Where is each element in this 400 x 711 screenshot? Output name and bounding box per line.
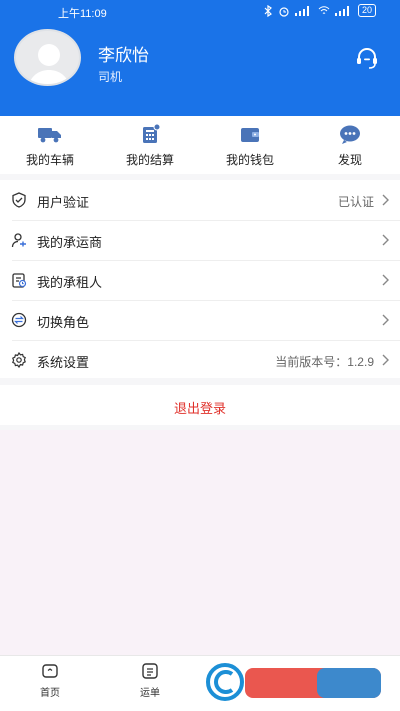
- status-icons: 20: [263, 4, 376, 17]
- switch-icon: [11, 312, 27, 328]
- status-bar: 上午11:09 20: [0, 0, 400, 22]
- logout-button[interactable]: 退出登录: [0, 385, 400, 425]
- user-name: 李欣怡: [98, 46, 149, 65]
- menu-label: 我的承租人: [37, 275, 103, 290]
- verification-status: 已认证: [337, 195, 374, 209]
- chat-bubble-icon: [340, 125, 360, 144]
- chevron-right-icon: [382, 314, 389, 326]
- quick-label: 发现: [337, 153, 362, 167]
- menu-label: 切换角色: [37, 315, 90, 330]
- home-icon: [42, 664, 58, 678]
- tab-label: 首页: [40, 688, 60, 699]
- menu-item-my-carrier[interactable]: 我的承运商: [0, 220, 400, 260]
- chevron-right-icon: [382, 234, 389, 246]
- battery-indicator: 20: [357, 4, 376, 17]
- menu-label: 系统设置: [37, 355, 90, 370]
- menu-item-my-lessee[interactable]: 我的承租人: [0, 260, 400, 300]
- chevron-right-icon: [382, 194, 389, 206]
- quick-actions: 我的车辆 我的结算 我的钱包 发现: [0, 116, 400, 174]
- quick-my-wallet[interactable]: 我的钱包: [200, 116, 300, 174]
- tab-home[interactable]: 首页: [25, 662, 75, 699]
- default-avatar-icon: [29, 44, 69, 84]
- settlement-icon: [143, 124, 161, 143]
- avatar[interactable]: [14, 29, 81, 86]
- menu-label: 我的承运商: [37, 235, 103, 250]
- quick-discover[interactable]: 发现: [300, 116, 400, 174]
- signal-icon: [294, 5, 309, 16]
- settings-menu: 用户验证 已认证 我的承运商 我的承租人 切换角色 系统设置 当前版本号：1.2…: [0, 180, 400, 378]
- menu-item-switch-role[interactable]: 切换角色: [0, 300, 400, 340]
- signal-icon-2: [334, 5, 349, 16]
- customer-service-icon[interactable]: [354, 46, 380, 72]
- quick-my-vehicles[interactable]: 我的车辆: [0, 116, 100, 174]
- gear-icon: [12, 352, 26, 368]
- quick-label: 我的车辆: [25, 153, 74, 167]
- menu-item-system-settings[interactable]: 系统设置 当前版本号：1.2.9: [0, 340, 400, 380]
- person-icon: [11, 233, 26, 248]
- quick-label: 我的钱包: [225, 153, 274, 167]
- quick-label: 我的结算: [125, 153, 174, 167]
- menu-label: 用户验证: [37, 195, 90, 210]
- truck-icon: [38, 128, 61, 143]
- wifi-icon: [318, 5, 330, 14]
- quick-my-settlement[interactable]: 我的结算: [100, 116, 200, 174]
- chevron-right-icon: [382, 354, 389, 366]
- wallet-icon: [241, 128, 259, 142]
- tab-waybill[interactable]: 运单: [125, 662, 175, 699]
- waybill-icon: [142, 663, 158, 679]
- app-version: 当前版本号：1.2.9: [275, 355, 374, 369]
- tab-label: 运单: [140, 688, 160, 699]
- user-role: 司机: [98, 70, 123, 84]
- empty-area: [0, 430, 400, 655]
- status-time: 上午11:09: [58, 8, 107, 20]
- site-watermark-logo: [206, 663, 381, 701]
- bluetooth-icon: [264, 4, 272, 17]
- shield-icon: [12, 192, 26, 208]
- alarm-icon: [279, 6, 289, 17]
- document-icon: [12, 273, 27, 288]
- menu-item-user-verification[interactable]: 用户验证 已认证: [0, 180, 400, 220]
- profile-header: 上午11:09 20 李欣怡 司机: [0, 0, 400, 116]
- logout-label: 退出登录: [173, 401, 226, 416]
- chevron-right-icon: [382, 274, 389, 286]
